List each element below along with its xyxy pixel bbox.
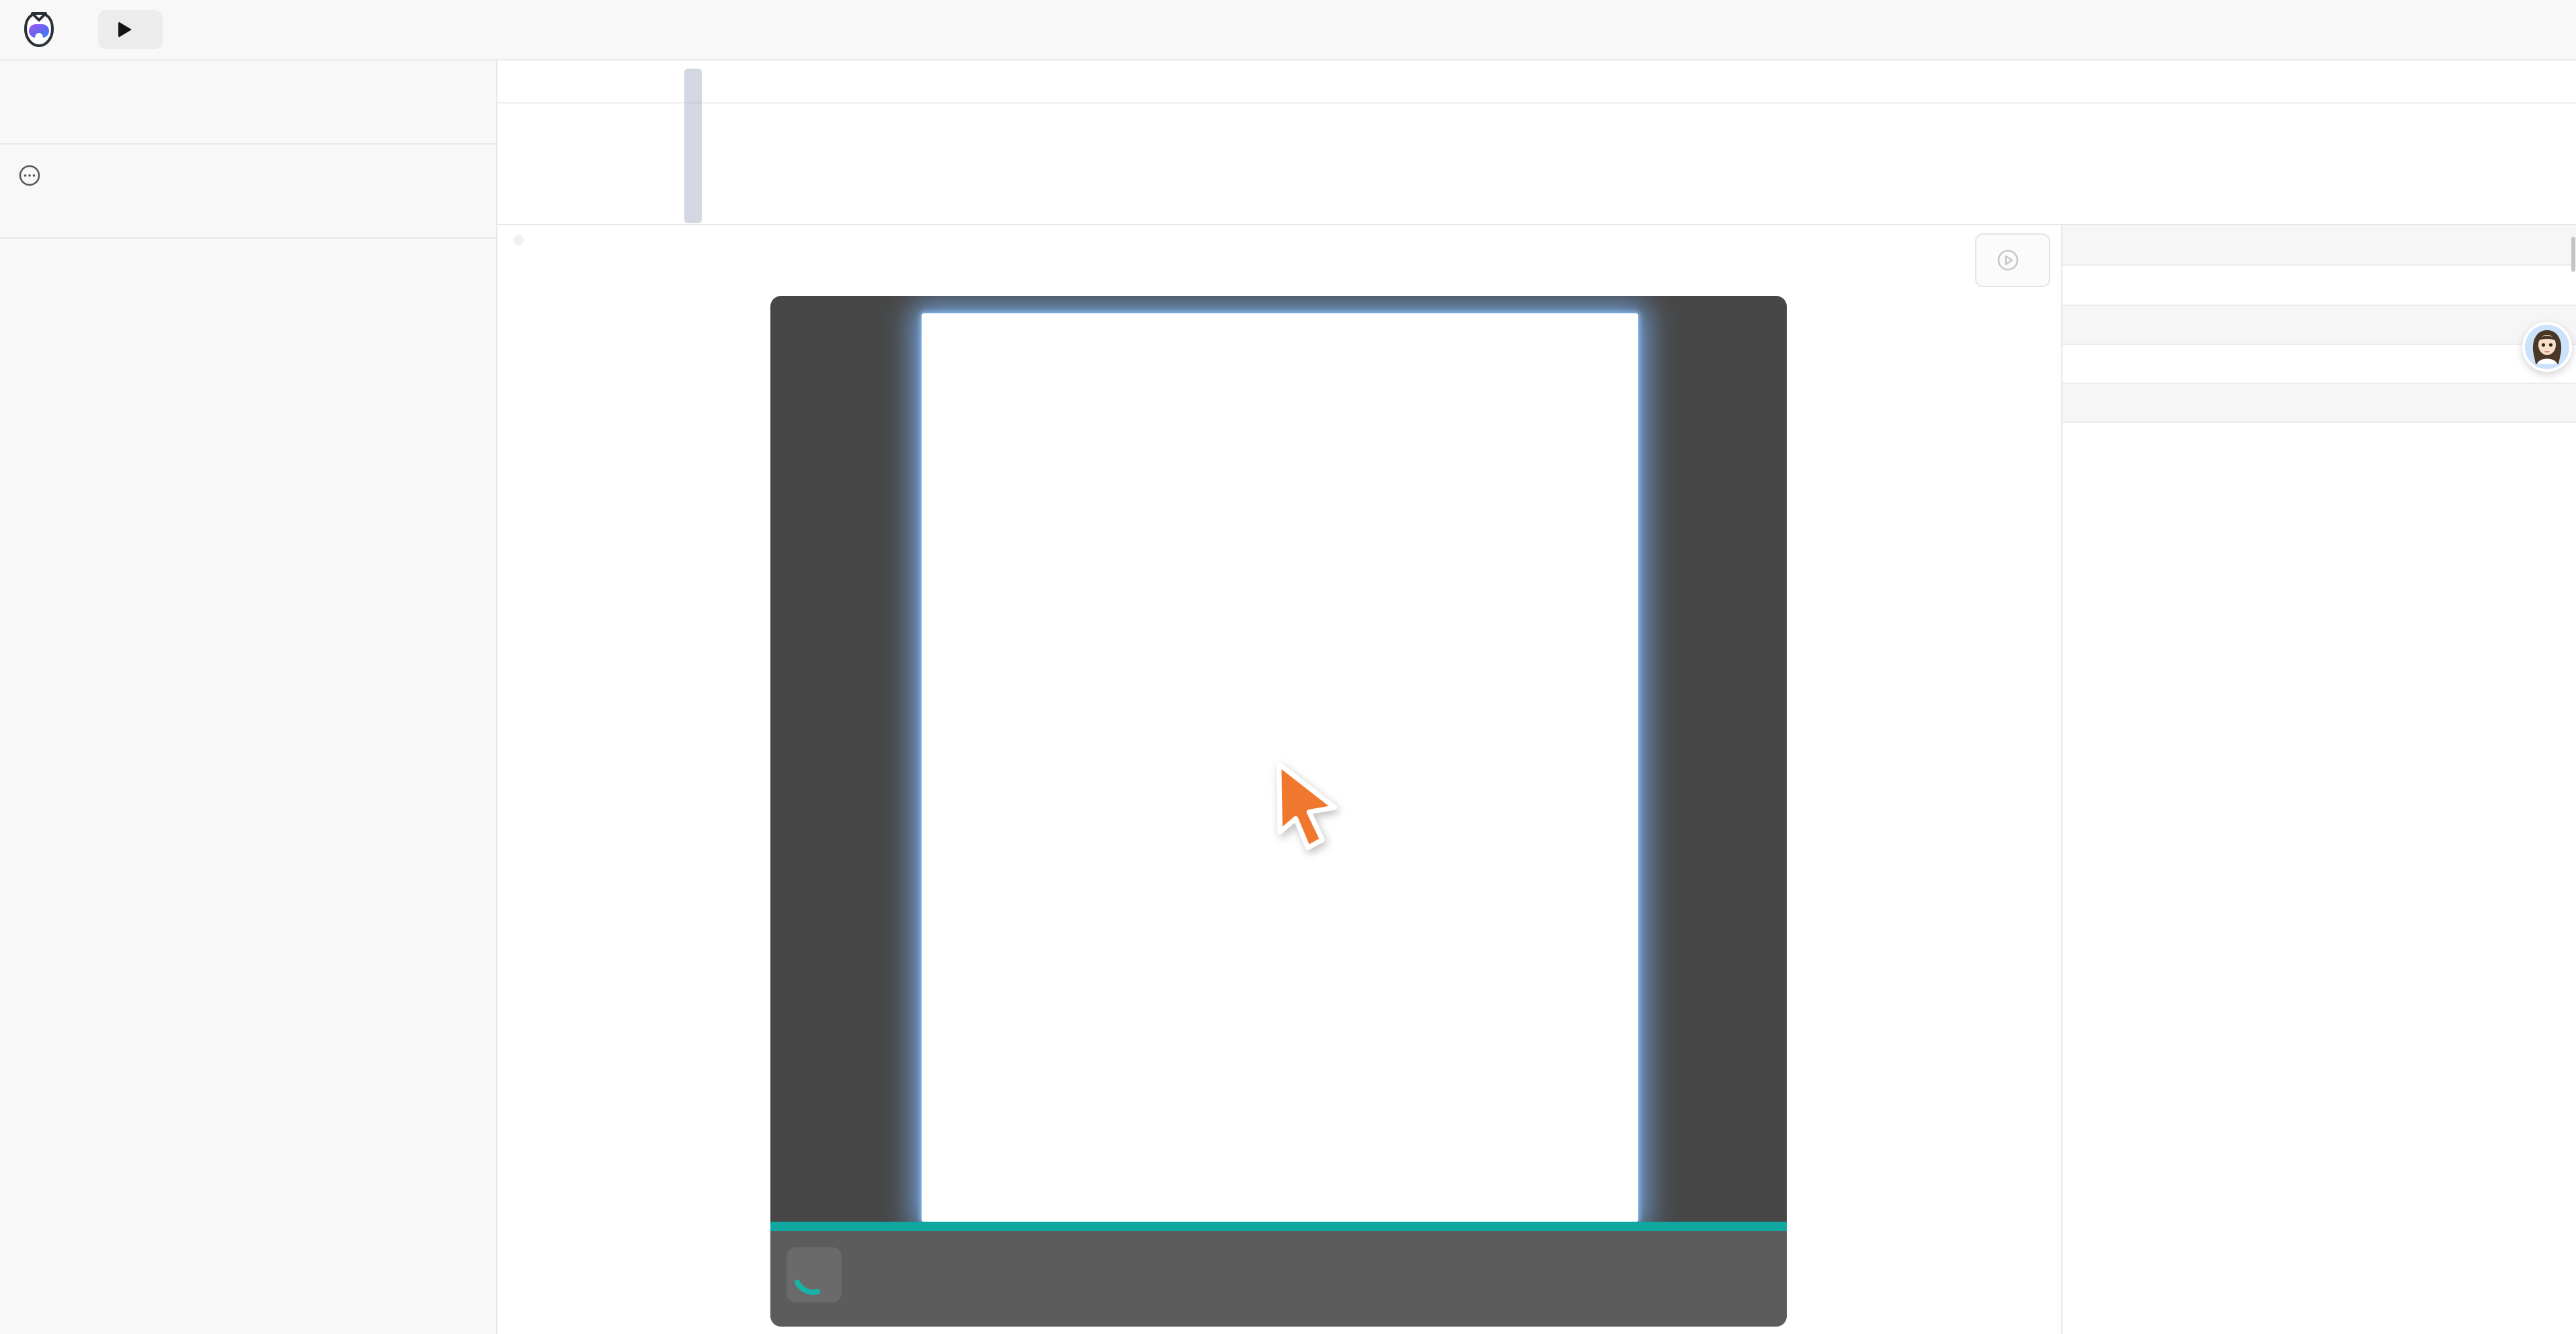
task-description [0,145,496,239]
play-icon [118,22,132,38]
top-bar [0,0,2576,61]
param-rows [2062,345,2576,383]
replay-all-button[interactable] [98,10,163,49]
midscene-logo-icon [20,11,58,48]
replay-progress-fill [770,1222,1787,1231]
panel-scrollbar[interactable] [2571,237,2575,272]
detail-panel [2061,225,2576,1334]
mouse-cursor-icon [1273,762,1340,853]
replay-status-bar [770,1231,1787,1327]
task-meta-rows [2062,266,2576,305]
view-tabs [514,235,524,245]
circled-play-icon [1997,249,2019,272]
action-spinner-icon [787,1247,842,1302]
assistant-avatar[interactable] [2522,322,2572,372]
open-in-playground-button[interactable] [1975,233,2050,287]
timeline[interactable] [497,61,2576,225]
speech-bubble-icon [17,163,42,188]
sidebar-header [0,61,496,145]
timeline-scrubber[interactable] [684,69,702,223]
param-header [2062,305,2576,345]
output-header [2062,383,2576,423]
report-sidebar [0,61,497,1334]
replay-progress-track[interactable] [770,1222,1787,1231]
task-meta-header [2062,225,2576,266]
output-timeline [2062,423,2576,438]
ruler-separator [497,102,2576,104]
